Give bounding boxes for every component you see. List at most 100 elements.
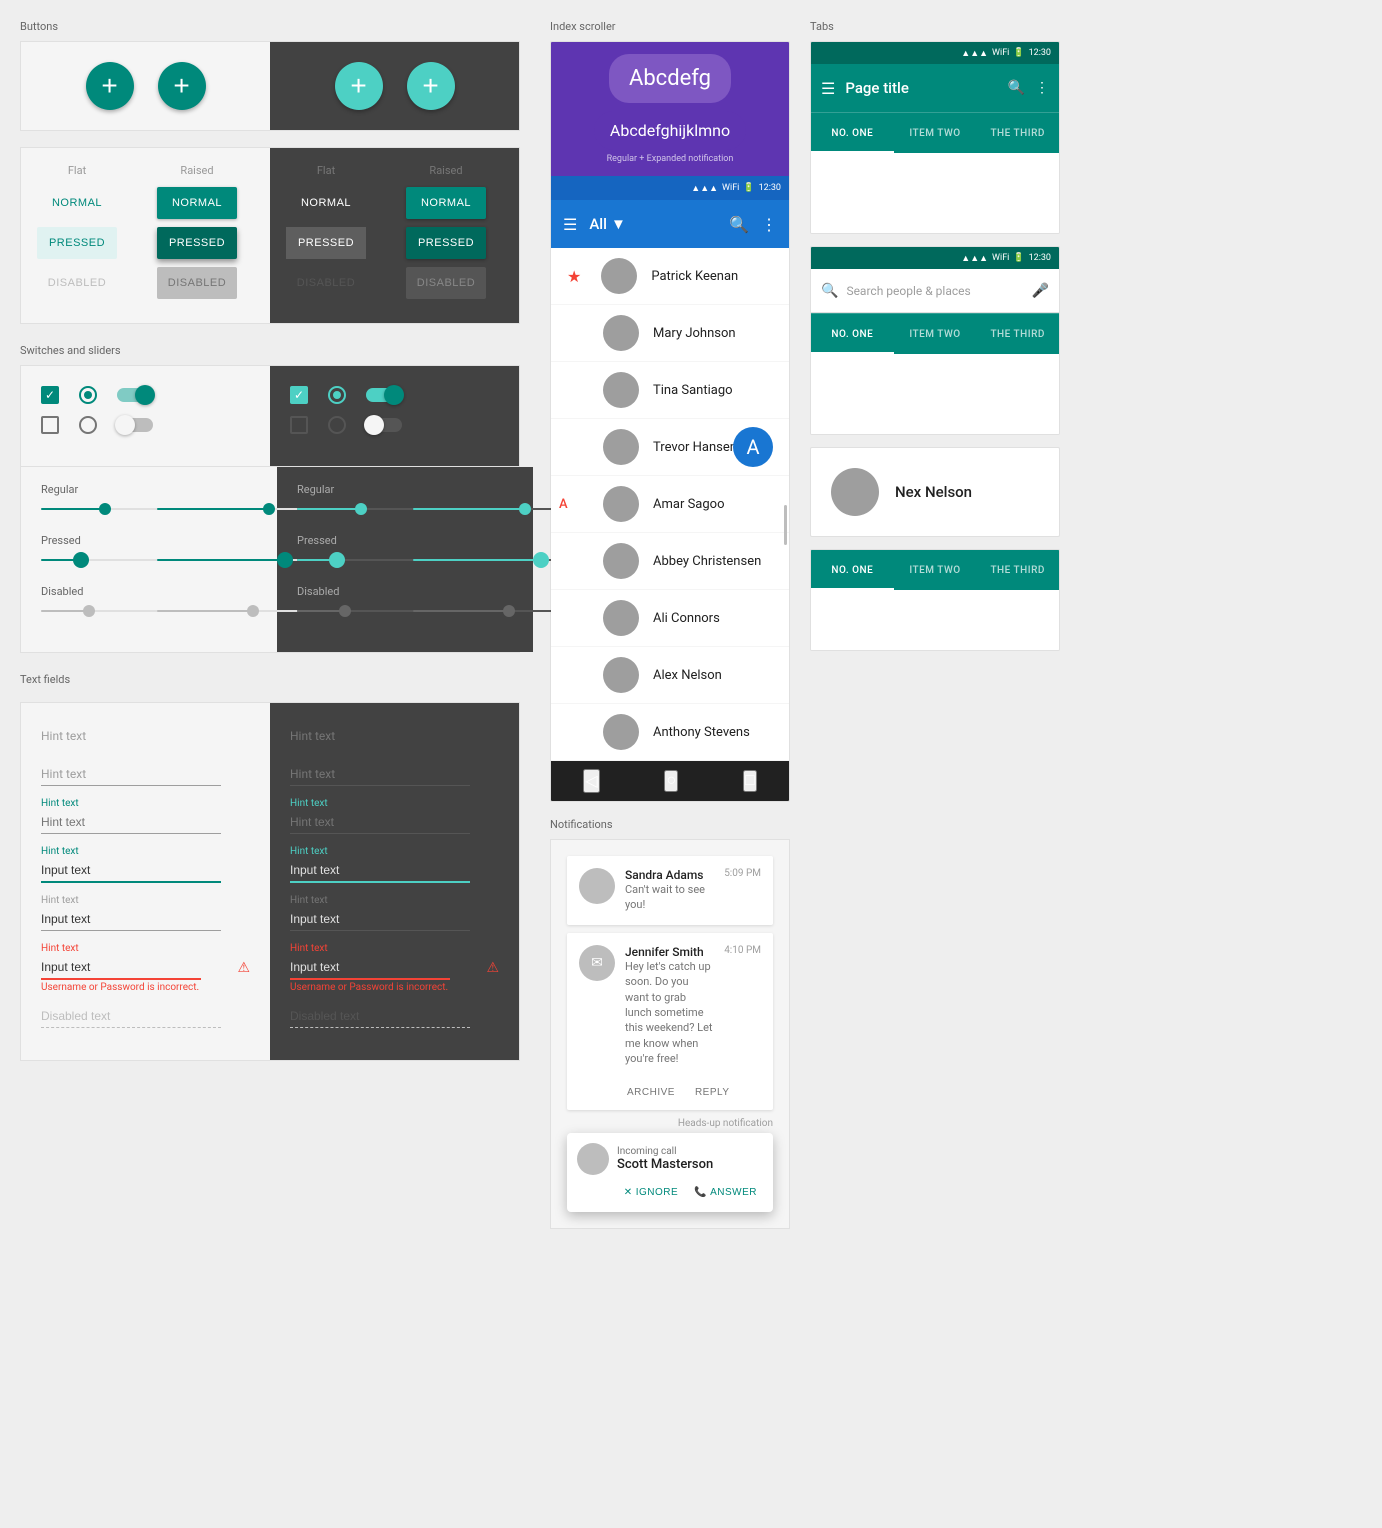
slider-track-d4[interactable] xyxy=(413,559,573,561)
tab-2-item-2[interactable]: ITEM TWO xyxy=(894,314,977,354)
toggle-on-dark[interactable] xyxy=(366,388,402,402)
fab-button-1[interactable]: + xyxy=(86,62,134,110)
tab-2-item-3[interactable]: THE THIRD xyxy=(976,314,1059,354)
heads-up-sub: Incoming call xyxy=(617,1146,713,1157)
tf-input-1-dark: Hint text xyxy=(290,798,499,834)
checkbox-off-dark[interactable] xyxy=(290,416,308,434)
tf-input-error-field-dark[interactable] xyxy=(290,956,450,980)
search-icon-t2[interactable]: 🔍 xyxy=(821,283,838,299)
tab-2-item-1[interactable]: NO. ONE xyxy=(811,314,894,354)
slider-thumb-d1[interactable] xyxy=(355,503,367,515)
mic-icon-t2[interactable]: 🎤 xyxy=(1032,283,1049,299)
tab-1-item-3[interactable]: THE THIRD xyxy=(976,113,1059,153)
nav-back-btn[interactable]: ◁ xyxy=(583,769,599,793)
tf-input-error-field-light[interactable] xyxy=(41,956,201,980)
list-item-abbey[interactable]: Abbey Christensen xyxy=(551,533,789,590)
raised-pressed-dark[interactable]: PRESSED xyxy=(406,227,486,259)
checkbox-on-light[interactable] xyxy=(41,386,59,404)
raised-normal-light[interactable]: NORMAL xyxy=(157,187,237,219)
radio-off-light[interactable] xyxy=(79,416,97,434)
slider-thumb-1[interactable] xyxy=(99,503,111,515)
slider-thumb-d4[interactable] xyxy=(533,552,549,568)
tf-input-normal-dark[interactable] xyxy=(290,908,470,931)
nav-recents-btn[interactable]: □ xyxy=(743,770,757,792)
tf-input-active-dark[interactable] xyxy=(290,811,470,834)
slider-thumb-d2[interactable] xyxy=(519,503,531,515)
flat-normal-light[interactable]: NORMAL xyxy=(37,187,117,219)
toolbar-dropdown[interactable]: All ▼ xyxy=(589,215,625,233)
search-icon-tabs-1[interactable]: 🔍 xyxy=(1008,80,1025,96)
radio-on-light[interactable] xyxy=(79,386,97,404)
flat-pressed-light[interactable]: PRESSED xyxy=(37,227,117,259)
raised-pressed-light[interactable]: PRESSED xyxy=(157,227,237,259)
list-item-trevor[interactable]: Trevor Hansen A xyxy=(551,419,789,476)
list-item-starred[interactable]: ★ Patrick Keenan xyxy=(551,248,789,305)
tf-input-active-light[interactable] xyxy=(41,811,221,834)
notif-name-jennifer: Jennifer Smith xyxy=(625,945,714,959)
slider-track-d2[interactable] xyxy=(413,508,573,510)
notif-msg-sandra: Can't wait to see you! xyxy=(625,882,714,913)
signal-icon-t1: ▲▲▲ xyxy=(961,48,988,59)
slider-thumb-3-pressed[interactable] xyxy=(73,552,89,568)
list-item-tina[interactable]: Tina Santiago xyxy=(551,362,789,419)
toggle-off-light[interactable] xyxy=(117,418,153,432)
fab-button-2[interactable]: + xyxy=(158,62,206,110)
ignore-btn[interactable]: ✕ IGNORE xyxy=(618,1183,684,1202)
notifications-section: Notifications Sandra Adams Can't wait to… xyxy=(540,802,800,1229)
radio-off-dark[interactable] xyxy=(328,416,346,434)
scrollbar[interactable] xyxy=(784,505,787,545)
tab-3-item-1[interactable]: NO. ONE xyxy=(811,550,894,590)
tf-hint-dark: Hint text xyxy=(290,723,499,749)
raised-normal-dark[interactable]: NORMAL xyxy=(406,187,486,219)
answer-btn[interactable]: 📞 ANSWER xyxy=(688,1183,763,1202)
list-item-amar[interactable]: A Amar Sagoo xyxy=(551,476,789,533)
list-item-ali[interactable]: Ali Connors xyxy=(551,590,789,647)
slider-thumb-d3[interactable] xyxy=(329,552,345,568)
archive-btn[interactable]: ARCHIVE xyxy=(619,1083,683,1102)
radio-on-dark[interactable] xyxy=(328,386,346,404)
hamburger-tabs-1[interactable]: ☰ xyxy=(821,79,835,98)
tab-1-item-1[interactable]: NO. ONE xyxy=(811,113,894,153)
checkbox-on-dark[interactable] xyxy=(290,386,308,404)
slider-track-2[interactable] xyxy=(157,508,317,510)
list-item-alex[interactable]: Alex Nelson xyxy=(551,647,789,704)
slider-regular-light: Regular xyxy=(41,483,257,518)
tab-3-item-2[interactable]: ITEM TWO xyxy=(894,550,977,590)
hamburger-icon[interactable]: ☰ xyxy=(563,215,577,234)
tf-input-normal-light[interactable] xyxy=(41,908,221,931)
more-icon-tabs-1[interactable]: ⋮ xyxy=(1035,80,1049,96)
search-placeholder-t2[interactable]: Search people & places xyxy=(846,284,1023,298)
more-icon-toolbar[interactable]: ⋮ xyxy=(761,215,777,234)
tf-input-active-2-dark[interactable] xyxy=(290,859,470,883)
slider-thumb-2[interactable] xyxy=(263,503,275,515)
toggle-off-dark[interactable] xyxy=(366,418,402,432)
heads-up-row: Incoming call Scott Masterson xyxy=(577,1143,763,1175)
list-item-mary[interactable]: Mary Johnson xyxy=(551,305,789,362)
tf-input-3-light: Hint text xyxy=(41,895,250,931)
slider-thumb-4-pressed[interactable] xyxy=(277,552,293,568)
fab-button-4[interactable]: + xyxy=(407,62,455,110)
page-title-1: Page title xyxy=(845,79,997,97)
tf-input-active-2-light[interactable] xyxy=(41,859,221,883)
tab-1-item-2[interactable]: ITEM TWO xyxy=(894,113,977,153)
slider-track-4[interactable] xyxy=(157,559,317,561)
flat-normal-dark[interactable]: NORMAL xyxy=(286,187,366,219)
list-item-anthony[interactable]: Anthony Stevens xyxy=(551,704,789,761)
nav-home-btn[interactable]: ○ xyxy=(664,770,678,792)
toggle-on-light[interactable] xyxy=(117,388,153,402)
reply-btn[interactable]: REPLY xyxy=(687,1083,738,1102)
name-trevor: Trevor Hansen xyxy=(653,440,737,455)
flat-pressed-dark[interactable]: PRESSED xyxy=(286,227,366,259)
search-icon-toolbar[interactable]: 🔍 xyxy=(729,215,749,234)
tf-hint-line-dark[interactable]: Hint text xyxy=(290,761,470,786)
name-mary: Mary Johnson xyxy=(653,326,736,341)
tabs-phone-2: ▲▲▲ WiFi 🔋 12:30 🔍 Search people & place… xyxy=(810,246,1060,435)
tf-hint-line-light[interactable]: Hint text xyxy=(41,761,221,786)
tab-3-item-3[interactable]: THE THIRD xyxy=(976,550,1059,590)
slider-fill-d6 xyxy=(413,610,509,612)
sliders-dark: Regular xyxy=(277,467,533,652)
tf-error-label: Hint text xyxy=(41,943,250,954)
tf-error-label-dark: Hint text xyxy=(290,943,499,954)
fab-button-3[interactable]: + xyxy=(335,62,383,110)
checkbox-off-light[interactable] xyxy=(41,416,59,434)
